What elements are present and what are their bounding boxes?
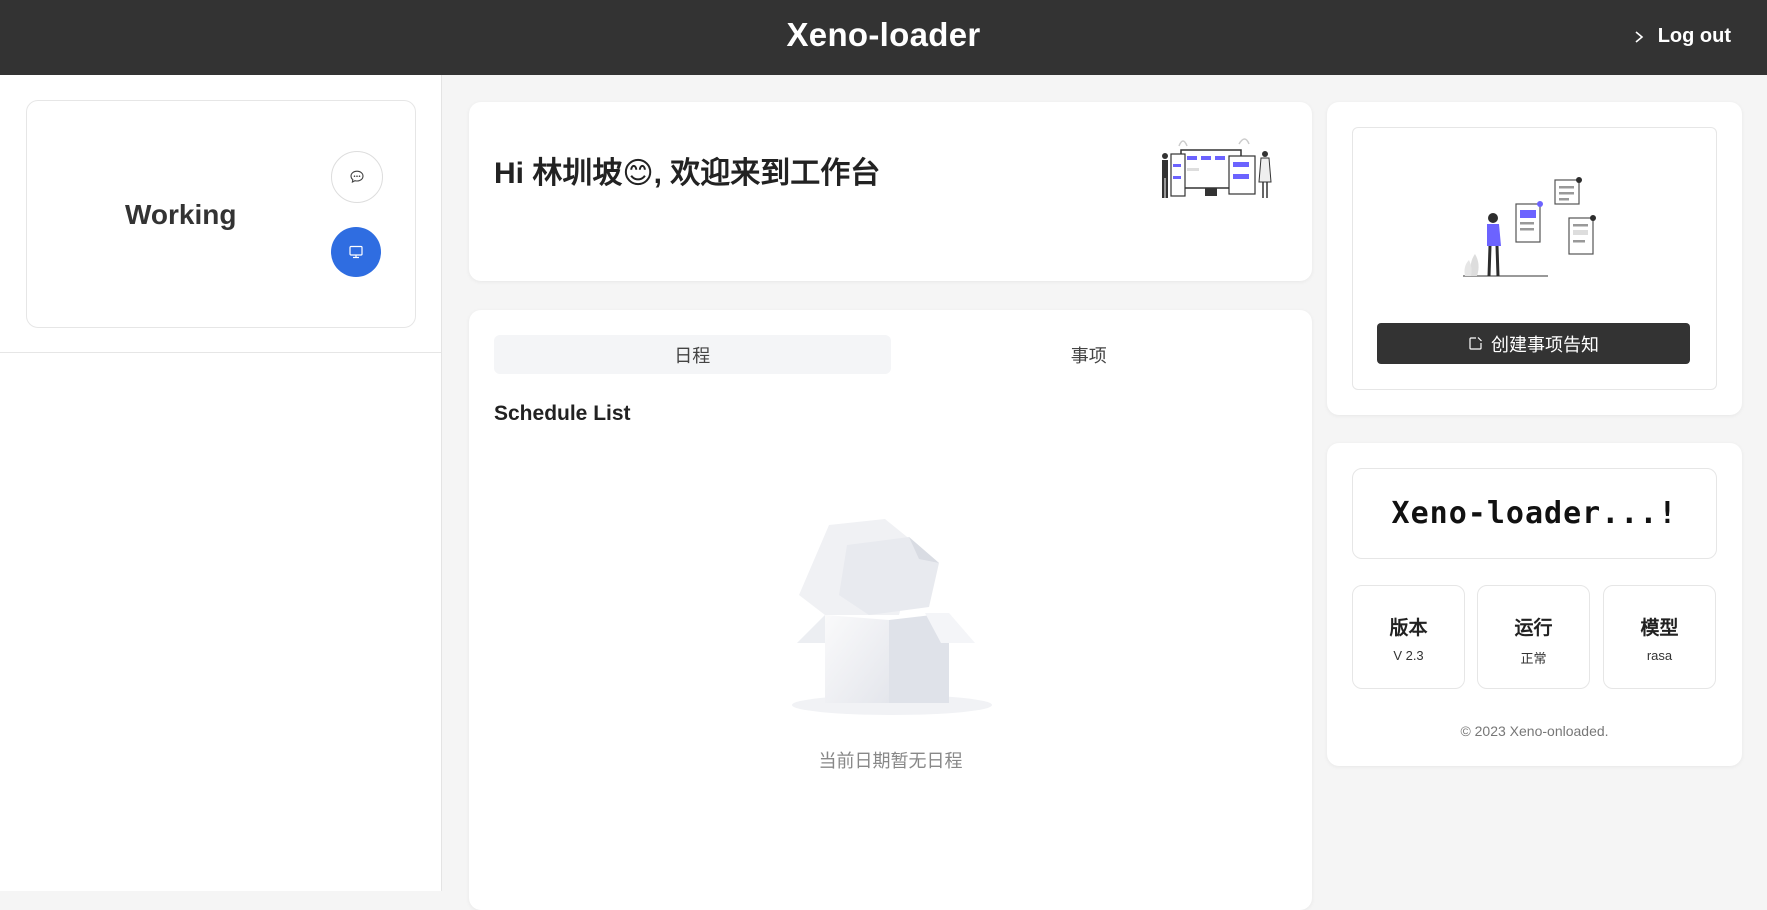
- monitor-button[interactable]: [331, 227, 381, 277]
- dashboard-illustration: [1162, 138, 1272, 198]
- create-notice-button[interactable]: 创建事项告知: [1377, 323, 1690, 364]
- chat-bubble-icon: [350, 170, 364, 183]
- status-label: Working: [125, 199, 237, 230]
- stat-value: rasa: [1646, 648, 1673, 663]
- stat-title: 版本: [1389, 618, 1428, 639]
- stat-title: 模型: [1640, 618, 1679, 639]
- stat-model: 模型 rasa: [1603, 585, 1716, 689]
- stat-running: 运行 正常: [1477, 585, 1590, 689]
- schedule-tabs: 日程 事项: [494, 335, 1287, 374]
- sidebar-divider: [0, 352, 441, 353]
- logout-button[interactable]: Log out: [1632, 25, 1731, 48]
- tab-schedule[interactable]: 日程: [494, 335, 891, 374]
- status-card: Working: [26, 100, 416, 328]
- copyright-footer: © 2023 Xeno-onloaded.: [1460, 723, 1609, 739]
- create-notice-label: 创建事项告知: [1491, 334, 1599, 355]
- empty-box-icon: [792, 519, 992, 715]
- edit-square-icon: [1469, 337, 1482, 350]
- sidebar: Working: [0, 75, 442, 891]
- top-bar: Xeno-loader Log out: [0, 0, 1767, 75]
- chevron-right-icon: [1635, 30, 1643, 43]
- loader-banner: Xeno-loader...!: [1352, 468, 1717, 559]
- tab-matters[interactable]: 事项: [891, 335, 1288, 374]
- schedule-list-title: Schedule List: [494, 402, 631, 425]
- app-title: Xeno-loader: [786, 16, 981, 53]
- notice-card: 创建事项告知: [1327, 102, 1742, 415]
- stat-value: V 2.3: [1393, 648, 1424, 663]
- stat-value: 正常: [1520, 651, 1547, 666]
- schedule-card: 日程 事项 Schedule List 当前日期暂无日程: [469, 310, 1312, 910]
- person-documents-illustration: [1463, 177, 1596, 277]
- notice-panel: 创建事项告知: [1352, 127, 1717, 390]
- info-card: Xeno-loader...! 版本 V 2.3 运行 正常 模型 rasa ©…: [1327, 443, 1742, 766]
- chat-button[interactable]: [331, 151, 383, 203]
- welcome-greeting: Hi 林圳坡😊, 欢迎来到工作台: [494, 157, 881, 190]
- logout-label: Log out: [1657, 25, 1731, 47]
- stat-version: 版本 V 2.3: [1352, 585, 1465, 689]
- monitor-icon: [349, 245, 363, 259]
- welcome-card: Hi 林圳坡😊, 欢迎来到工作台: [469, 102, 1312, 281]
- empty-schedule-text: 当前日期暂无日程: [818, 751, 963, 771]
- stat-title: 运行: [1514, 618, 1553, 639]
